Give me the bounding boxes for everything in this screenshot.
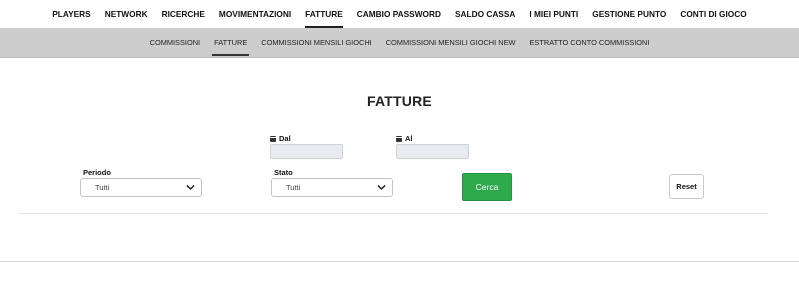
chevron-down-icon (377, 184, 386, 191)
subnav-item-commissioni-mensili-giochi[interactable]: COMMISSIONI MENSILI GIOCHI (261, 28, 371, 58)
reset-button[interactable]: Reset (669, 174, 704, 199)
form-divider (19, 213, 768, 214)
subnav-item-commissioni-mensili-giochi-new[interactable]: COMMISSIONI MENSILI GIOCHI NEW (386, 28, 516, 58)
nav-item-i-miei-punti[interactable]: I MIEI PUNTI (529, 0, 578, 28)
nav-item-movimentazioni[interactable]: MOVIMENTAZIONI (219, 0, 291, 28)
nav-item-network[interactable]: NETWORK (105, 0, 148, 28)
al-label-group: Al (396, 134, 413, 143)
stato-label: Stato (274, 168, 293, 177)
stato-select[interactable]: Tutti (271, 178, 393, 197)
top-navigation: PLAYERS NETWORK RICERCHE MOVIMENTAZIONI … (0, 0, 799, 28)
al-label: Al (405, 134, 413, 143)
stato-selected-value: Tutti (286, 183, 301, 192)
nav-item-ricerche[interactable]: RICERCHE (162, 0, 205, 28)
sub-navigation: COMMISSIONI FATTURE COMMISSIONI MENSILI … (0, 28, 799, 58)
periodo-label: Periodo (83, 168, 111, 177)
periodo-select[interactable]: Tutti (80, 178, 202, 197)
nav-item-gestione-punto[interactable]: GESTIONE PUNTO (592, 0, 666, 28)
periodo-selected-value: Tutti (95, 183, 110, 192)
nav-item-cambio-password[interactable]: CAMBIO PASSWORD (357, 0, 441, 28)
nav-item-players[interactable]: PLAYERS (52, 0, 90, 28)
calendar-icon (270, 135, 276, 142)
dal-date-input[interactable] (270, 144, 343, 159)
subnav-item-estratto-conto-commissioni[interactable]: ESTRATTO CONTO COMMISSIONI (529, 28, 649, 58)
chevron-down-icon (186, 184, 195, 191)
dal-label: Dal (279, 134, 291, 143)
calendar-icon (396, 135, 402, 142)
nav-item-saldo-cassa[interactable]: SALDO CASSA (455, 0, 515, 28)
dal-label-group: Dal (270, 134, 291, 143)
nav-item-conti-di-gioco[interactable]: CONTI DI GIOCO (680, 0, 746, 28)
nav-item-fatture[interactable]: FATTURE (305, 0, 343, 28)
subnav-item-fatture[interactable]: FATTURE (212, 28, 250, 58)
cerca-button[interactable]: Cerca (462, 173, 512, 201)
page-title: FATTURE (367, 93, 432, 109)
footer-divider (0, 261, 799, 262)
al-date-input[interactable] (396, 144, 469, 159)
subnav-item-commissioni[interactable]: COMMISSIONI (150, 28, 201, 58)
